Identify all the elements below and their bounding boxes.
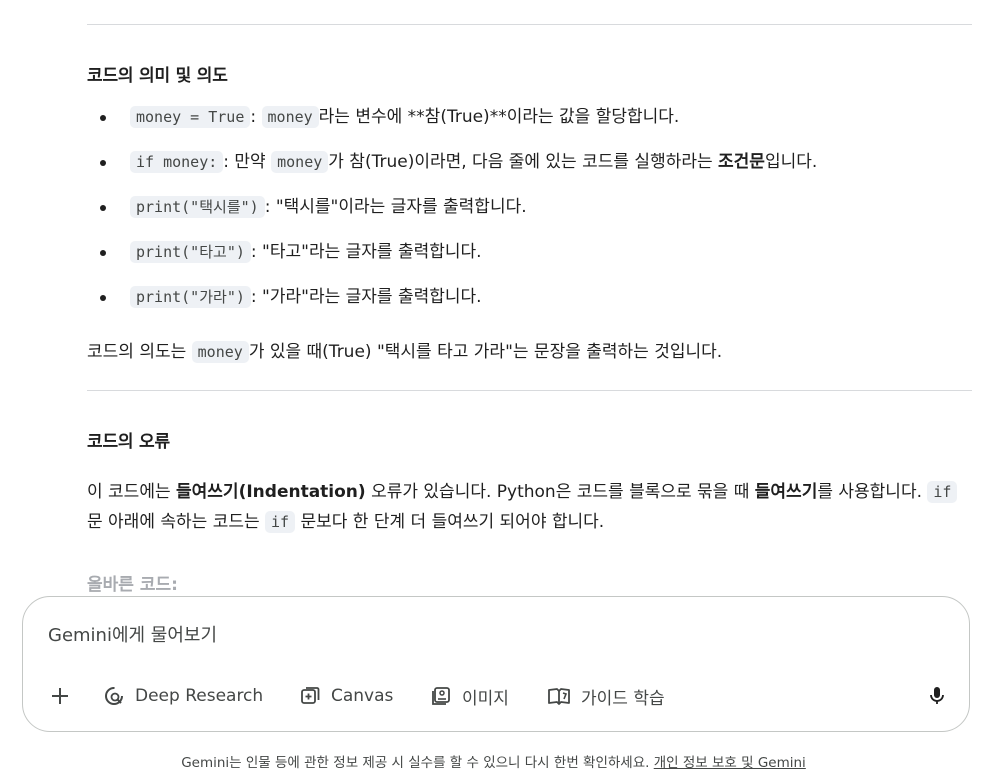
divider <box>87 390 972 391</box>
paragraph-text: 가 있을 때(True) "택시를 타고 가라"는 문장을 출력하는 것입니다. <box>248 342 723 362</box>
paragraph-text: 문보다 한 단계 더 들여쓰기 되어야 합니다. <box>295 512 605 532</box>
list-item-text: : 만약 <box>223 152 272 172</box>
error-paragraph: 이 코드에는 들여쓰기(Indentation) 오류가 있습니다. Pytho… <box>87 477 972 537</box>
list-item: print("가라"): "가라"라는 글자를 출력합니다. <box>87 284 972 329</box>
list-item-text: : "택시를"이라는 글자를 출력합니다. <box>264 197 527 217</box>
inline-code: if <box>927 481 958 503</box>
guided-learning-icon <box>548 688 570 705</box>
inline-code: if money: <box>130 151 224 173</box>
bullet-list: money = True: money 라는 변수에 **참(True)**이라는… <box>87 104 972 329</box>
inline-code: print("택시를") <box>130 196 265 218</box>
add-button[interactable] <box>45 681 75 711</box>
bullet-dot <box>100 115 106 121</box>
bullet-dot <box>100 250 106 256</box>
paragraph-text: 오류가 있습니다. Python은 코드를 블록으로 묶을 때 <box>365 482 755 502</box>
paragraph-text: 문 아래에 속하는 코드는 <box>87 512 266 532</box>
bold-text: 조건문 <box>718 152 765 172</box>
list-item: if money:: 만약 money 가 참(True)이라면, 다음 줄에 있… <box>87 149 972 194</box>
bullet-dot <box>100 160 106 166</box>
canvas-icon <box>301 687 320 704</box>
plus-icon <box>52 688 68 704</box>
list-item: print("택시를"): "택시를"이라는 글자를 출력합니다. <box>87 194 972 239</box>
deep-research-icon <box>105 687 123 705</box>
inline-code: money = True <box>130 106 251 128</box>
inline-code: print("타고") <box>130 241 251 263</box>
divider <box>87 24 972 25</box>
prompt-composer[interactable]: Gemini에게 물어보기 Deep Research Canvas 이미지 가… <box>22 596 970 732</box>
paragraph-text: 코드의 의도는 <box>87 342 192 362</box>
inline-code: if <box>265 511 296 533</box>
microphone-button[interactable] <box>923 681 951 711</box>
tool-label: Deep Research <box>135 686 264 706</box>
canvas-button[interactable]: Canvas <box>299 683 393 709</box>
inline-code: money <box>191 341 249 363</box>
list-item-text: 입니다. <box>764 152 818 172</box>
bullet-dot <box>100 205 106 211</box>
disclaimer-footer: Gemini는 인물 등에 관한 정보 제공 시 실수를 할 수 있으니 다시 … <box>0 751 987 771</box>
image-button[interactable]: 이미지 <box>430 683 509 709</box>
prompt-input[interactable]: Gemini에게 물어보기 <box>48 621 217 647</box>
image-icon <box>432 687 450 705</box>
guided-learning-button[interactable]: 가이드 학습 <box>547 683 665 709</box>
list-item-text: : "가라"라는 글자를 출력합니다. <box>250 287 482 307</box>
list-item-text: 가 참(True)이라면, 다음 줄에 있는 코드를 실행하라는 <box>328 152 719 172</box>
privacy-link[interactable]: 개인 정보 보호 및 Gemini <box>654 755 806 771</box>
list-item: money = True: money 라는 변수에 **참(True)**이라는… <box>87 104 972 149</box>
paragraph-text: 이 코드에는 <box>87 482 177 502</box>
tool-label: 이미지 <box>462 688 509 709</box>
correct-code-label: 올바른 코드: <box>87 575 178 595</box>
list-item-text: : "타고"라는 글자를 출력합니다. <box>250 242 482 262</box>
disclaimer-text: Gemini는 인물 등에 관한 정보 제공 시 실수를 할 수 있으니 다시 … <box>181 755 654 771</box>
microphone-icon <box>930 687 944 704</box>
list-item-text: : <box>250 107 262 127</box>
section-heading-error: 코드의 오류 <box>87 432 170 452</box>
paragraph-text: 를 사용합니다. <box>817 482 928 502</box>
list-item-text: 라는 변수에 **참(True)**이라는 값을 할당합니다. <box>318 107 680 127</box>
inline-code: money <box>261 106 319 128</box>
list-item: print("타고"): "타고"라는 글자를 출력합니다. <box>87 239 972 284</box>
inline-code: print("가라") <box>130 286 251 308</box>
inline-code: money <box>271 151 329 173</box>
tool-label: Canvas <box>331 686 394 706</box>
bold-text: 들여쓰기 <box>754 482 818 502</box>
bold-text: 들여쓰기(Indentation) <box>176 482 366 502</box>
tool-label: 가이드 학습 <box>581 688 665 709</box>
intent-paragraph: 코드의 의도는 money 가 있을 때(True) "택시를 타고 가라"는 문… <box>87 337 972 367</box>
bullet-dot <box>100 295 106 301</box>
deep-research-button[interactable]: Deep Research <box>103 683 263 709</box>
section-heading-meaning: 코드의 의미 및 의도 <box>87 66 228 86</box>
